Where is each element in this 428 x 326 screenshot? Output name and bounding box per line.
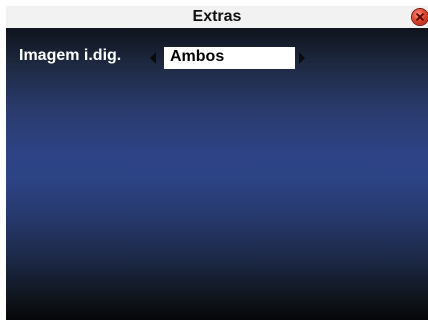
window-title: Extras [192, 8, 242, 25]
setting-label: Imagem i.dig. [19, 47, 122, 64]
setting-value: Ambos [170, 48, 225, 65]
title-bar: Extras [6, 6, 428, 28]
arrow-left-icon[interactable] [150, 52, 156, 64]
arrow-right-icon[interactable] [299, 52, 305, 64]
setting-value-selector[interactable]: Ambos [164, 47, 295, 69]
close-icon[interactable] [412, 9, 428, 25]
setting-row-imagem-idig: Imagem i.dig. Ambos [6, 45, 428, 69]
extras-window: Extras Imagem i.dig. Ambos [6, 6, 428, 320]
settings-panel: Imagem i.dig. Ambos [6, 28, 428, 320]
